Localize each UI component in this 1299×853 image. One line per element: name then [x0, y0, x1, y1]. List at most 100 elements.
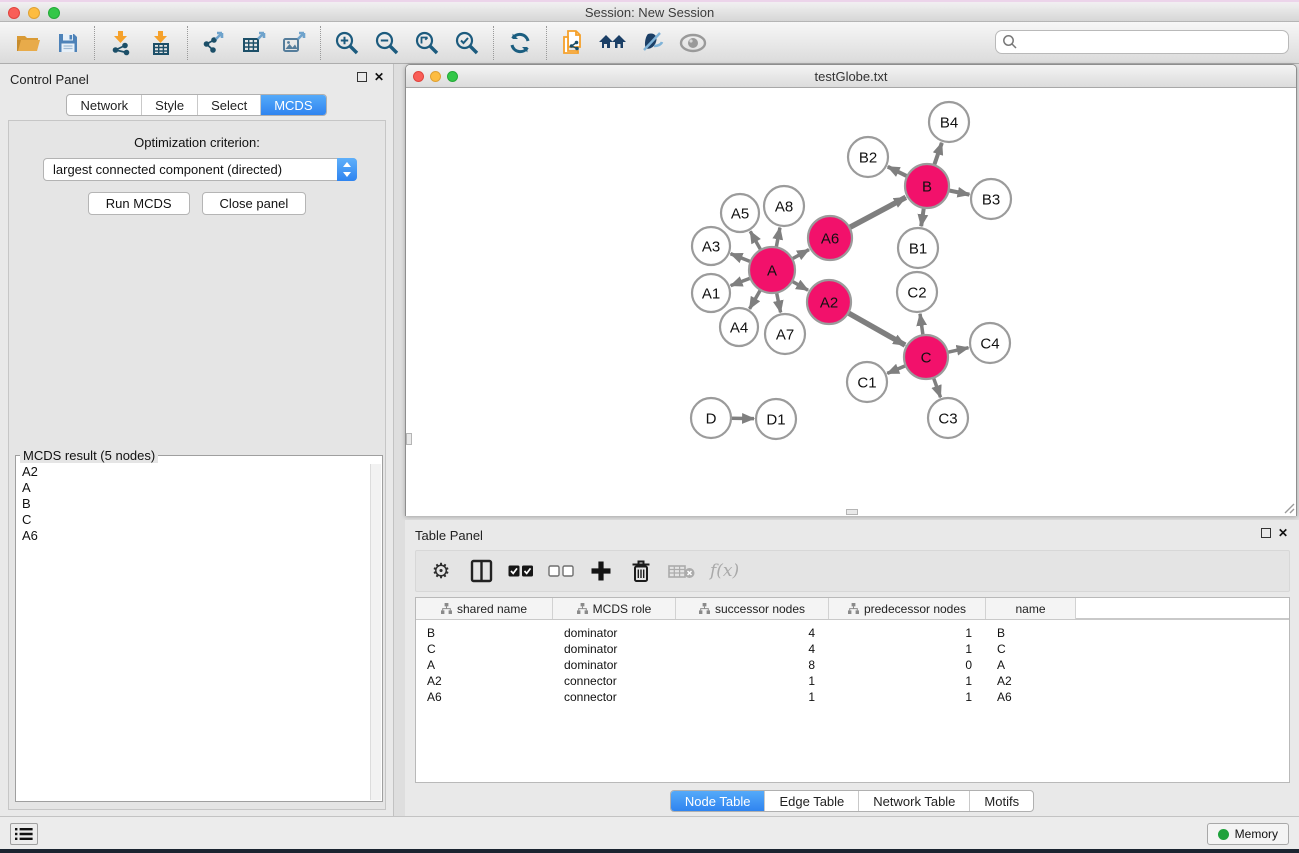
graph-node-C4[interactable]: C4 — [970, 323, 1010, 363]
graph-edge-A-A7[interactable] — [777, 293, 781, 313]
graph-node-A4[interactable]: A4 — [720, 308, 758, 346]
graph-node-A2[interactable]: A2 — [807, 280, 851, 324]
column-settings-button[interactable]: ⚙ — [428, 555, 454, 587]
table-cell[interactable]: 4 — [676, 626, 829, 642]
graph-node-A6[interactable]: A6 — [808, 216, 852, 260]
deselect-all-button[interactable] — [548, 555, 574, 587]
export-network-button[interactable] — [194, 24, 234, 62]
graph-edge-B-B3[interactable] — [949, 190, 970, 194]
float-panel-icon[interactable] — [357, 72, 367, 82]
zoom-fit-button[interactable] — [407, 24, 447, 62]
table-cell[interactable]: B — [986, 626, 1076, 642]
network-canvas[interactable]: B4B2BB3A5A8A6A3B1AA1C2A2A4A7C4CC1C3DD1 — [406, 88, 1296, 516]
table-cell[interactable]: 1 — [829, 642, 986, 658]
column-header-MCDS-role[interactable]: MCDS role — [553, 598, 676, 619]
run-mcds-button[interactable]: Run MCDS — [88, 192, 190, 215]
memory-button[interactable]: Memory — [1207, 823, 1289, 845]
graph-edge-A-A3[interactable] — [731, 254, 751, 262]
graph-node-A8[interactable]: A8 — [764, 186, 804, 226]
resize-grip-icon[interactable] — [1283, 502, 1295, 514]
graph-edge-A6-B[interactable] — [849, 197, 905, 227]
export-image-button[interactable] — [274, 24, 314, 62]
table-cell[interactable]: A — [986, 658, 1076, 674]
graph-edge-C-C2[interactable] — [920, 314, 923, 335]
table-tab-node-table[interactable]: Node Table — [671, 791, 765, 811]
result-list-scrollbar[interactable] — [370, 464, 381, 800]
graph-edge-A-A4[interactable] — [750, 290, 761, 309]
graph-node-A7[interactable]: A7 — [765, 314, 805, 354]
table-cell[interactable]: 1 — [829, 690, 986, 706]
graph-edge-B-B1[interactable] — [921, 208, 924, 226]
graph-edge-B-B2[interactable] — [888, 167, 908, 177]
zoom-in-button[interactable] — [327, 24, 367, 62]
graph-node-A[interactable]: A — [749, 247, 795, 293]
tab-mcds[interactable]: MCDS — [260, 95, 325, 115]
delete-column-button[interactable] — [628, 555, 654, 587]
table-cell[interactable]: B — [416, 626, 553, 642]
graph-edge-A-A2[interactable] — [792, 281, 808, 290]
graph-node-C2[interactable]: C2 — [897, 272, 937, 312]
column-header-name[interactable]: name — [986, 598, 1076, 619]
horizontal-scroll-nub[interactable] — [846, 509, 858, 515]
graph-node-B3[interactable]: B3 — [971, 179, 1011, 219]
tab-style[interactable]: Style — [141, 95, 197, 115]
home-button[interactable] — [593, 24, 633, 62]
hide-graphics-details-button[interactable] — [633, 24, 673, 62]
graph-node-D1[interactable]: D1 — [756, 399, 796, 439]
graph-edge-C-C4[interactable] — [947, 348, 968, 353]
table-tab-edge-table[interactable]: Edge Table — [764, 791, 858, 811]
table-cell[interactable]: dominator — [553, 658, 676, 674]
table-cell[interactable]: A2 — [416, 674, 553, 690]
graph-edge-C-C3[interactable] — [933, 378, 940, 398]
save-session-button[interactable] — [48, 24, 88, 62]
graph-node-C[interactable]: C — [904, 335, 948, 379]
select-all-button[interactable] — [508, 555, 534, 587]
column-header-predecessor-nodes[interactable]: predecessor nodes — [829, 598, 986, 619]
graph-node-D[interactable]: D — [691, 398, 731, 438]
table-cell[interactable]: 8 — [676, 658, 829, 674]
show-columns-button[interactable] — [468, 555, 494, 587]
table-cell[interactable]: A6 — [416, 690, 553, 706]
table-cell[interactable]: 1 — [676, 674, 829, 690]
graph-edge-A-A1[interactable] — [731, 278, 751, 285]
graph-edge-A2-C[interactable] — [848, 313, 905, 345]
table-cell[interactable]: C — [416, 642, 553, 658]
table-cell[interactable]: dominator — [553, 626, 676, 642]
export-table-button[interactable] — [234, 24, 274, 62]
create-column-button[interactable] — [588, 555, 614, 587]
table-cell[interactable]: connector — [553, 690, 676, 706]
table-cell[interactable]: 1 — [676, 690, 829, 706]
graph-node-B[interactable]: B — [905, 164, 949, 208]
table-cell[interactable]: A — [416, 658, 553, 674]
graph-edge-A-A6[interactable] — [792, 250, 809, 259]
table-cell[interactable]: A6 — [986, 690, 1076, 706]
mcds-result-item-b[interactable]: B — [17, 496, 370, 512]
close-panel-button[interactable]: Close panel — [202, 192, 307, 215]
column-header-successor-nodes[interactable]: successor nodes — [676, 598, 829, 619]
graph-edge-C-C1[interactable] — [887, 366, 905, 374]
task-history-button[interactable] — [10, 823, 38, 845]
table-cell[interactable]: 1 — [829, 674, 986, 690]
delete-table-button[interactable] — [668, 555, 696, 587]
search-input[interactable] — [995, 30, 1289, 54]
tab-select[interactable]: Select — [197, 95, 260, 115]
network-window-titlebar[interactable]: testGlobe.txt — [406, 65, 1296, 88]
graph-node-A1[interactable]: A1 — [692, 274, 730, 312]
table-tab-motifs[interactable]: Motifs — [969, 791, 1033, 811]
graph-node-B2[interactable]: B2 — [848, 137, 888, 177]
table-cell[interactable]: 4 — [676, 642, 829, 658]
criterion-dropdown[interactable]: largest connected component (directed) — [43, 158, 357, 181]
mcds-result-item-c[interactable]: C — [17, 512, 370, 528]
graph-node-A3[interactable]: A3 — [692, 227, 730, 265]
mcds-result-item-a2[interactable]: A2 — [17, 464, 370, 480]
graph-node-B1[interactable]: B1 — [898, 228, 938, 268]
open-session-button[interactable] — [8, 24, 48, 62]
import-table-button[interactable] — [141, 24, 181, 62]
table-cell[interactable]: C — [986, 642, 1076, 658]
show-preview-button[interactable] — [673, 24, 713, 62]
close-table-panel-icon[interactable]: ✕ — [1278, 526, 1288, 540]
table-cell[interactable]: dominator — [553, 642, 676, 658]
table-cell[interactable]: connector — [553, 674, 676, 690]
function-builder-button[interactable]: f(x) — [710, 555, 739, 587]
column-header-shared-name[interactable]: shared name — [416, 598, 553, 619]
